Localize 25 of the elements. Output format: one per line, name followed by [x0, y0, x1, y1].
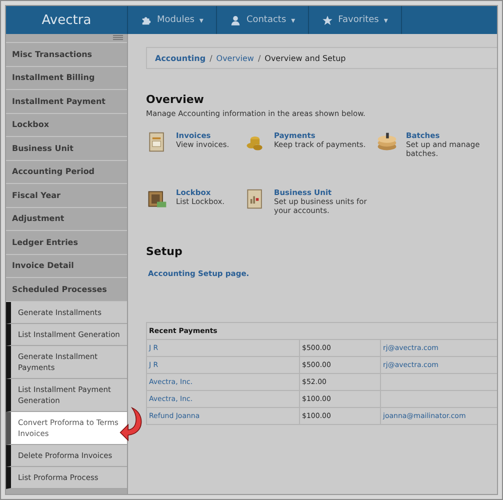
sidebar-item[interactable]: Business Unit — [6, 137, 127, 160]
section-heading: Overview — [146, 93, 205, 106]
stack-icon[interactable] — [376, 131, 398, 153]
person-icon — [230, 14, 242, 26]
breadcrumb-separator: / — [258, 54, 261, 62]
sidebar-item[interactable]: Lockbox — [6, 114, 127, 137]
sidebar-item[interactable]: Invoice Detail — [6, 254, 127, 278]
sidebar-item[interactable]: Fiscal Year — [6, 184, 127, 208]
breadcrumb-current: Overview and Setup — [264, 54, 346, 62]
nav-menu[interactable]: Favorites ▾ — [309, 6, 402, 34]
nav-menu[interactable]: Modules ▾ — [128, 6, 218, 34]
nav-menu[interactable]: Contacts ▾ — [217, 6, 310, 34]
breadcrumb-separator: / — [210, 54, 212, 62]
sidebar-item[interactable]: Installment Billing — [6, 66, 127, 90]
sidebar-item[interactable]: Installment Payment — [6, 90, 127, 114]
section-heading: Setup — [146, 245, 184, 258]
breadcrumb-link[interactable]: Accounting — [155, 54, 206, 62]
sidebar-item[interactable]: Accounting Period — [6, 160, 127, 184]
sidebar-item[interactable]: Misc Transactions — [6, 43, 127, 66]
menu-icon[interactable] — [113, 35, 123, 41]
star-icon — [322, 14, 334, 26]
puzzle-icon — [141, 14, 152, 26]
sidebar-item[interactable]: Ledger Entries — [6, 231, 127, 254]
breadcrumb-link[interactable]: Overview — [216, 54, 254, 62]
sidebar-item[interactable]: Adjustment — [6, 208, 127, 231]
